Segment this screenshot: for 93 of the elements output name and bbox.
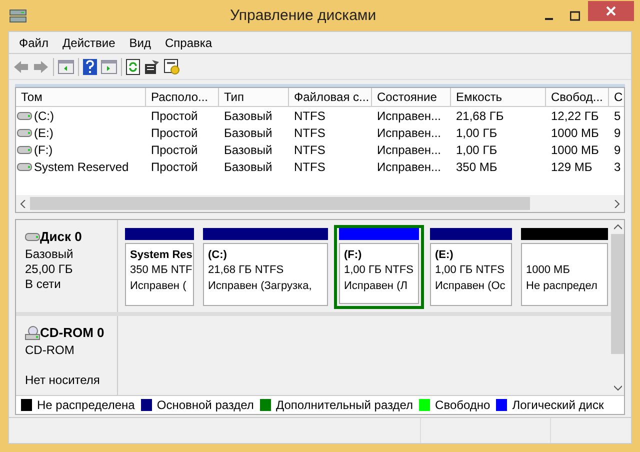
partition[interactable]: (F:) 1,00 ГБ NTFS Исправен (Л bbox=[334, 225, 424, 309]
menu-item[interactable]: Справка bbox=[159, 32, 218, 52]
legend-label: Свободно bbox=[435, 397, 490, 414]
disk-info: В сети bbox=[25, 276, 61, 290]
table-cell-text: NTFS bbox=[294, 158, 326, 176]
column-header[interactable]: Состояние bbox=[372, 88, 451, 107]
partition-status: Исправен (Ос bbox=[435, 279, 506, 294]
partition-status: Не распредел bbox=[526, 279, 598, 294]
table-cell-text: NTFS bbox=[294, 142, 326, 158]
menu-item[interactable]: Вид bbox=[123, 32, 157, 52]
disk-info: CD-ROM bbox=[25, 342, 74, 356]
drive-icon bbox=[17, 146, 32, 154]
column-header[interactable]: С bbox=[609, 88, 624, 107]
partition-size: 350 МБ NTF bbox=[130, 263, 192, 278]
scroll-left-icon[interactable] bbox=[20, 200, 26, 208]
table-cell-text: Базовый bbox=[224, 124, 272, 142]
disk-management-icon bbox=[9, 8, 27, 24]
table-cell-text: Исправен... bbox=[377, 158, 442, 176]
scroll-right-icon[interactable] bbox=[614, 200, 620, 208]
table-cell-text: 350 МБ bbox=[456, 158, 498, 176]
table-cell-text: Простой bbox=[151, 108, 198, 124]
table-cell-text: Базовый bbox=[224, 158, 272, 176]
table-cell-text: System Reserved bbox=[34, 158, 129, 176]
disk-name: Диск 0 bbox=[40, 228, 82, 246]
table-cell-text: 1000 МБ bbox=[551, 124, 599, 142]
table-cell-text: 5 bbox=[614, 108, 621, 124]
scroll-down-icon[interactable] bbox=[614, 385, 622, 391]
window-title: Управление дисками bbox=[230, 6, 376, 26]
legend-label: Не распределена bbox=[37, 397, 135, 414]
table-cell-text: Простой bbox=[151, 158, 198, 176]
table-cell-text: 9 bbox=[614, 142, 621, 158]
disk-info: 25,00 ГБ bbox=[25, 262, 73, 276]
table-cell-text: Исправен... bbox=[377, 124, 442, 142]
column-header[interactable]: Тип bbox=[219, 88, 289, 107]
drive-icon bbox=[25, 232, 40, 241]
partition-name: (E:) bbox=[435, 248, 454, 262]
disk-info: Базовый bbox=[25, 246, 74, 260]
help-icon[interactable] bbox=[83, 58, 97, 74]
partition-size: 1,00 ГБ NTFS bbox=[344, 263, 414, 278]
cd-drive-icon bbox=[25, 326, 40, 340]
column-header[interactable]: Том bbox=[16, 88, 146, 107]
drive-icon bbox=[17, 112, 32, 120]
table-cell-text: 9 bbox=[614, 124, 621, 142]
table-cell-text: 1,00 ГБ bbox=[456, 142, 498, 158]
legend-label: Логический диск bbox=[512, 397, 604, 414]
partition-size: 1000 МБ bbox=[526, 263, 570, 278]
properties-icon[interactable] bbox=[144, 58, 160, 74]
refresh-icon[interactable] bbox=[126, 58, 140, 74]
partition-status: Исправен ( bbox=[130, 279, 186, 294]
table-cell-text: (F:) bbox=[34, 142, 53, 158]
partition-name: (F:) bbox=[344, 248, 362, 262]
menu-item[interactable]: Действие bbox=[56, 32, 122, 52]
legend-label: Основной раздел bbox=[156, 397, 254, 414]
disk-info: Нет носителя bbox=[25, 372, 100, 386]
table-cell-text: 1,00 ГБ bbox=[456, 124, 498, 142]
column-header[interactable]: Располо... bbox=[146, 88, 219, 107]
panel-icon[interactable] bbox=[101, 60, 117, 74]
table-cell-text: NTFS bbox=[294, 124, 326, 142]
table-cell-text: 21,68 ГБ bbox=[456, 108, 504, 124]
disk-name: CD-ROM 0 bbox=[40, 324, 104, 342]
partition-size: 21,68 ГБ NTFS bbox=[208, 263, 284, 278]
panel-icon[interactable] bbox=[58, 60, 74, 74]
minimize-icon bbox=[545, 18, 553, 20]
partition-size: 1,00 ГБ NTFS bbox=[435, 263, 504, 278]
drive-icon bbox=[17, 162, 32, 170]
table-cell-text: Простой bbox=[151, 124, 198, 142]
horizontal-scrollbar[interactable] bbox=[16, 195, 624, 212]
column-header[interactable]: Свобод... bbox=[546, 88, 609, 107]
partition-name: (C:) bbox=[208, 248, 227, 262]
partition-status: Исправен (Л bbox=[344, 279, 408, 294]
maximize-icon bbox=[570, 10, 580, 20]
partition-status: Исправен (Загрузка, bbox=[208, 279, 312, 294]
column-header[interactable]: Емкость bbox=[451, 88, 546, 107]
close-icon bbox=[606, 6, 616, 16]
table-cell-text: NTFS bbox=[294, 108, 326, 124]
table-cell-text: Исправен... bbox=[377, 108, 442, 124]
table-cell-text: Базовый bbox=[224, 142, 272, 158]
menu-item[interactable]: Файл bbox=[13, 32, 55, 52]
column-header[interactable]: Файловая с... bbox=[289, 88, 372, 107]
table-cell-text: (C:) bbox=[34, 108, 54, 124]
table-cell-text: 3 bbox=[614, 158, 621, 176]
table-cell-text: Исправен... bbox=[377, 142, 442, 158]
table-cell-text: 12,22 ГБ bbox=[551, 108, 599, 124]
table-cell-text: Базовый bbox=[224, 108, 272, 124]
partition-name: System Res bbox=[130, 248, 192, 262]
drive-icon bbox=[17, 128, 32, 136]
legend-label: Дополнительный раздел bbox=[276, 397, 414, 414]
table-cell-text: 129 МБ bbox=[551, 158, 592, 176]
scroll-up-icon[interactable] bbox=[614, 224, 622, 230]
table-cell-text: 1000 МБ bbox=[551, 142, 599, 158]
close-button[interactable] bbox=[588, 0, 634, 20]
table-cell-text: (E:) bbox=[34, 124, 54, 142]
table-cell-text: Простой bbox=[151, 142, 198, 158]
